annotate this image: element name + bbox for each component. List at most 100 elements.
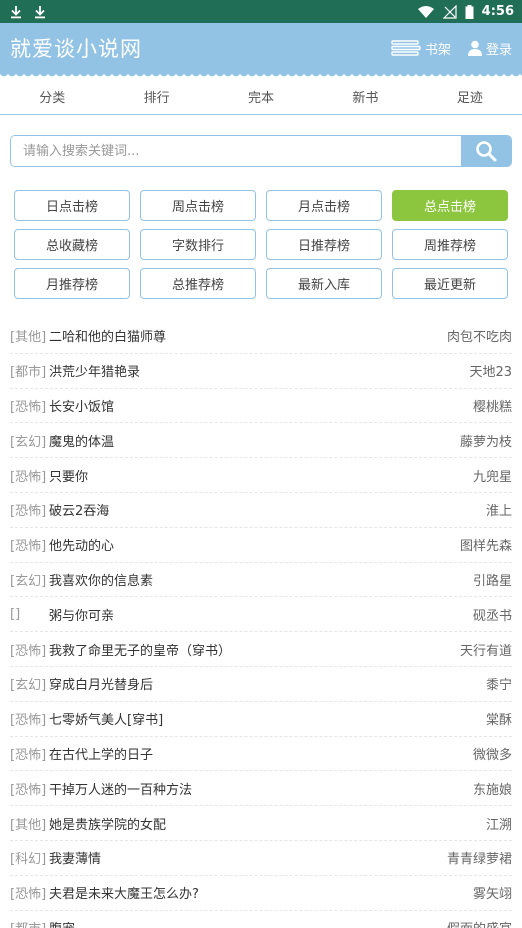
book-title-link[interactable]: 二哈和他的白猫师尊 (49, 326, 166, 345)
rank-button[interactable]: 最近更新 (392, 268, 508, 299)
book-title-link[interactable]: 腹宠 (49, 918, 75, 928)
book-author: 樱桃糕 (472, 399, 512, 415)
book-row[interactable]: [恐怖] 夫君是未来大魔王怎么办? 雾矢翊 (10, 876, 512, 911)
book-row[interactable]: [恐怖] 他先动的心 图样先森 (10, 528, 512, 563)
nav-tabs: 分类 排行 完本 新书 足迹 (0, 79, 522, 115)
book-category: [恐怖] (10, 782, 47, 798)
book-author: 肉包不吃肉 (446, 330, 512, 346)
tab-completed[interactable]: 完本 (209, 87, 313, 106)
rank-button[interactable]: 总点击榜 (392, 190, 508, 221)
rank-button[interactable]: 总推荐榜 (140, 268, 256, 299)
book-title-link[interactable]: 粥与你可亲 (49, 605, 114, 624)
book-row[interactable]: [恐怖] 只要你 九兜星 (10, 458, 512, 493)
book-title-link[interactable]: 在古代上学的日子 (49, 744, 153, 763)
book-author: 图样先森 (459, 539, 512, 555)
clock: 4:56 (481, 4, 514, 19)
book-row[interactable]: [恐怖] 干掉万人迷的一百种方法 东施娘 (10, 771, 512, 807)
book-category: [恐怖] (10, 539, 47, 555)
book-author: 天地23 (469, 365, 512, 381)
book-title-link[interactable]: 我妻薄情 (49, 848, 101, 867)
app-header: 就爱谈小说网 书架 登录 (0, 23, 522, 73)
book-category: [玄幻] (10, 678, 47, 694)
book-title-link[interactable]: 她是贵族学院的女配 (49, 814, 166, 833)
tab-category[interactable]: 分类 (0, 87, 104, 106)
book-author: 淮上 (485, 504, 512, 520)
book-author: 引路星 (472, 573, 512, 589)
book-author: 黍宁 (485, 678, 512, 694)
book-category: [都市] (10, 365, 47, 381)
book-title-link[interactable]: 七零娇气美人[穿书] (49, 709, 163, 728)
book-category: [科幻] (10, 852, 47, 868)
book-title-link[interactable]: 只要你 (49, 466, 88, 485)
book-row[interactable]: [恐怖] 在古代上学的日子 微微多 (10, 737, 512, 772)
search-input[interactable] (11, 136, 461, 166)
book-category: [恐怖] (10, 747, 47, 763)
book-row[interactable]: [科幻] 我妻薄情 青青绿萝裙 (10, 841, 512, 876)
book-title-link[interactable]: 洪荒少年猎艳录 (49, 361, 140, 380)
book-row[interactable]: [其他] 她是贵族学院的女配 江溯 (10, 806, 512, 841)
book-author: 微微多 (472, 747, 512, 763)
battery-icon (465, 4, 474, 19)
rank-button[interactable]: 日推荐榜 (266, 229, 382, 260)
book-author: 青青绿萝裙 (446, 852, 512, 868)
book-title-link[interactable]: 魔鬼的体温 (49, 431, 114, 450)
book-author: 假面的盛宴 (447, 918, 512, 928)
bookshelf-button[interactable]: 书架 (390, 39, 451, 58)
book-title-link[interactable]: 长安小饭馆 (49, 396, 114, 415)
book-row[interactable]: [恐怖] 破云2吞海 淮上 (10, 493, 512, 528)
book-category: [玄幻] (10, 434, 47, 450)
book-title-link[interactable]: 我救了命里无子的皇帝（穿书） (49, 640, 231, 659)
bookshelf-label: 书架 (424, 42, 451, 58)
user-icon (467, 40, 482, 56)
book-row[interactable]: [恐怖] 七零娇气美人[穿书] 棠酥 (10, 702, 512, 737)
search-bar (10, 135, 512, 167)
book-row[interactable]: [玄幻] 穿成白月光替身后 黍宁 (10, 667, 512, 702)
book-author: 天行有道 (459, 643, 512, 659)
rank-button[interactable]: 最新入库 (266, 268, 382, 299)
book-category: [恐怖] (10, 713, 47, 729)
book-title-link[interactable]: 干掉万人迷的一百种方法 (49, 779, 192, 798)
book-category: [恐怖] (10, 399, 47, 415)
tab-history[interactable]: 足迹 (418, 87, 522, 106)
rank-button[interactable]: 总收藏榜 (14, 229, 130, 260)
book-title-link[interactable]: 他先动的心 (49, 535, 114, 554)
book-category: [恐怖] (10, 469, 47, 485)
book-row[interactable]: [恐怖] 我救了命里无子的皇帝（穿书） 天行有道 (10, 632, 512, 667)
book-author: 江溯 (485, 817, 512, 833)
site-title: 就爱谈小说网 (10, 37, 142, 61)
book-author: 雾矢翊 (472, 887, 512, 903)
book-category: [都市] (10, 918, 49, 928)
book-title-link[interactable]: 夫君是未来大魔王怎么办? (49, 883, 199, 902)
book-category: [恐怖] (10, 643, 47, 659)
tab-ranking[interactable]: 排行 (104, 87, 208, 106)
book-author: 藤萝为枝 (459, 434, 512, 450)
rank-button[interactable]: 周点击榜 (140, 190, 256, 221)
book-author: 东施娘 (472, 782, 512, 798)
book-row[interactable]: [恐怖] 长安小饭馆 樱桃糕 (10, 389, 512, 424)
book-category: [玄幻] (10, 573, 47, 589)
status-bar: 4:56 (0, 0, 522, 23)
book-row[interactable]: [玄幻] 我喜欢你的信息素 引路星 (10, 563, 512, 598)
book-title-link[interactable]: 穿成白月光替身后 (49, 674, 153, 693)
tab-new-books[interactable]: 新书 (313, 87, 417, 106)
book-row[interactable]: [都市]腹宠 假面的盛宴 (10, 911, 512, 928)
rank-button[interactable]: 周推荐榜 (392, 229, 508, 260)
book-category: [] (10, 606, 21, 622)
book-row[interactable]: [其他] 二哈和他的白猫师尊 肉包不吃肉 (10, 319, 512, 354)
download-icon (11, 5, 21, 18)
rank-button[interactable]: 月推荐榜 (14, 268, 130, 299)
book-category: [其他] (10, 330, 47, 346)
login-button[interactable]: 登录 (467, 39, 512, 58)
search-button[interactable] (461, 136, 511, 166)
book-title-link[interactable]: 破云2吞海 (49, 500, 109, 519)
book-category: [其他] (10, 817, 47, 833)
book-row[interactable]: [玄幻] 魔鬼的体温 藤萝为枝 (10, 423, 512, 459)
book-row[interactable]: [] 粥与你可亲 砚丞书 (10, 597, 512, 633)
rank-button[interactable]: 字数排行 (140, 229, 256, 260)
bookshelf-icon (391, 40, 421, 56)
rank-button[interactable]: 月点击榜 (266, 190, 382, 221)
book-title-link[interactable]: 我喜欢你的信息素 (49, 570, 153, 589)
rank-button[interactable]: 日点击榜 (14, 190, 130, 221)
book-row[interactable]: [都市] 洪荒少年猎艳录 天地23 (10, 354, 512, 389)
book-author: 棠酥 (485, 713, 512, 729)
